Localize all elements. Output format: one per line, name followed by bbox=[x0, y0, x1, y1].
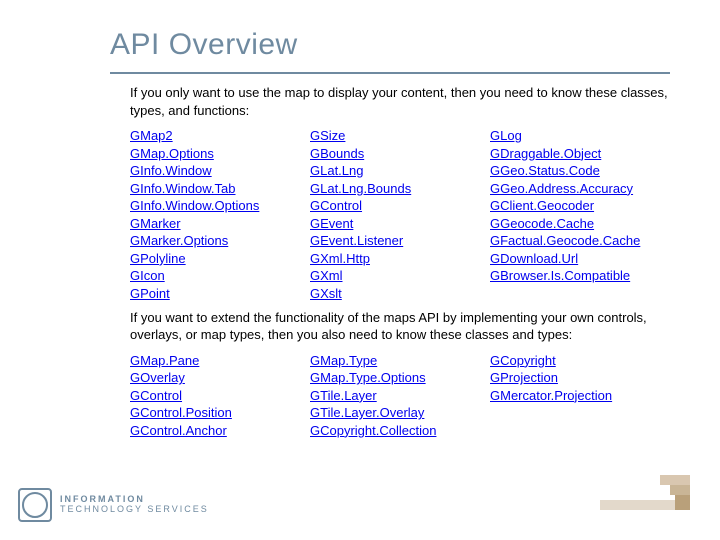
api-link[interactable]: GOverlay bbox=[130, 369, 280, 387]
api-col: GMap2GMap.OptionsGInfo.WindowGInfo.Windo… bbox=[130, 127, 280, 302]
api-link[interactable]: GClient.Geocoder bbox=[490, 197, 640, 215]
api-link[interactable]: GXslt bbox=[310, 285, 460, 303]
unc-seal-icon bbox=[18, 488, 52, 522]
api-link[interactable]: GPolyline bbox=[130, 250, 280, 268]
api-link[interactable]: GDownload.Url bbox=[490, 250, 640, 268]
api-link[interactable]: GGeocode.Cache bbox=[490, 215, 640, 233]
api-link[interactable]: GFactual.Geocode.Cache bbox=[490, 232, 640, 250]
api-link[interactable]: GPoint bbox=[130, 285, 280, 303]
api-link[interactable]: GControl.Position bbox=[130, 404, 280, 422]
thumbnail-icon bbox=[600, 475, 690, 510]
footer-line2: TECHNOLOGY SERVICES bbox=[60, 505, 209, 515]
api-link[interactable]: GMap.Type bbox=[310, 352, 460, 370]
api-link[interactable]: GInfo.Window.Tab bbox=[130, 180, 280, 198]
slide: API Overview If you only want to use the… bbox=[0, 0, 720, 540]
api-link[interactable]: GGeo.Status.Code bbox=[490, 162, 640, 180]
api-link[interactable]: GEvent.Listener bbox=[310, 232, 460, 250]
api-link[interactable]: GMarker.Options bbox=[130, 232, 280, 250]
api-link[interactable]: GMap.Pane bbox=[130, 352, 280, 370]
api-col: GMap.PaneGOverlayGControlGControl.Positi… bbox=[130, 352, 280, 440]
api-link[interactable]: GInfo.Window.Options bbox=[130, 197, 280, 215]
api-link[interactable]: GTile.Layer.Overlay bbox=[310, 404, 460, 422]
api-link[interactable]: GCopyright bbox=[490, 352, 640, 370]
api-link[interactable]: GCopyright.Collection bbox=[310, 422, 460, 440]
api-link[interactable]: GLat.Lng.Bounds bbox=[310, 180, 460, 198]
api-list-group-1: GMap2GMap.OptionsGInfo.WindowGInfo.Windo… bbox=[130, 127, 690, 302]
api-link[interactable]: GMap2 bbox=[130, 127, 280, 145]
api-link[interactable]: GMap.Options bbox=[130, 145, 280, 163]
title-divider bbox=[110, 72, 670, 74]
footer-text: INFORMATION TECHNOLOGY SERVICES bbox=[60, 495, 209, 515]
api-link[interactable]: GProjection bbox=[490, 369, 640, 387]
footer-logo: INFORMATION TECHNOLOGY SERVICES bbox=[18, 488, 209, 522]
page-title: API Overview bbox=[110, 28, 298, 62]
api-link[interactable]: GEvent bbox=[310, 215, 460, 233]
api-link[interactable]: GInfo.Window bbox=[130, 162, 280, 180]
api-link[interactable]: GIcon bbox=[130, 267, 280, 285]
api-col: GLogGDraggable.ObjectGGeo.Status.CodeGGe… bbox=[490, 127, 640, 302]
api-link[interactable]: GMarker bbox=[130, 215, 280, 233]
api-link[interactable]: GSize bbox=[310, 127, 460, 145]
api-link[interactable]: GXml bbox=[310, 267, 460, 285]
api-col: GCopyrightGProjectionGMercator.Projectio… bbox=[490, 352, 640, 440]
intro-text-1: If you only want to use the map to displ… bbox=[130, 84, 690, 119]
api-col: GMap.TypeGMap.Type.OptionsGTile.LayerGTi… bbox=[310, 352, 460, 440]
api-link[interactable]: GBounds bbox=[310, 145, 460, 163]
api-link[interactable]: GControl bbox=[130, 387, 280, 405]
seal-inner-icon bbox=[22, 492, 48, 518]
api-link[interactable]: GGeo.Address.Accuracy bbox=[490, 180, 640, 198]
api-col: GSizeGBoundsGLat.LngGLat.Lng.BoundsGCont… bbox=[310, 127, 460, 302]
api-link[interactable]: GXml.Http bbox=[310, 250, 460, 268]
api-link[interactable]: GControl bbox=[310, 197, 460, 215]
api-link[interactable]: GLat.Lng bbox=[310, 162, 460, 180]
api-link[interactable]: GControl.Anchor bbox=[130, 422, 280, 440]
api-link[interactable]: GBrowser.Is.Compatible bbox=[490, 267, 640, 285]
intro-text-2: If you want to extend the functionality … bbox=[130, 309, 690, 344]
api-link[interactable]: GMercator.Projection bbox=[490, 387, 640, 405]
body-content: If you only want to use the map to displ… bbox=[130, 80, 690, 445]
api-list-group-2: GMap.PaneGOverlayGControlGControl.Positi… bbox=[130, 352, 690, 440]
api-link[interactable]: GDraggable.Object bbox=[490, 145, 640, 163]
api-link[interactable]: GMap.Type.Options bbox=[310, 369, 460, 387]
api-link[interactable]: GTile.Layer bbox=[310, 387, 460, 405]
api-link[interactable]: GLog bbox=[490, 127, 640, 145]
